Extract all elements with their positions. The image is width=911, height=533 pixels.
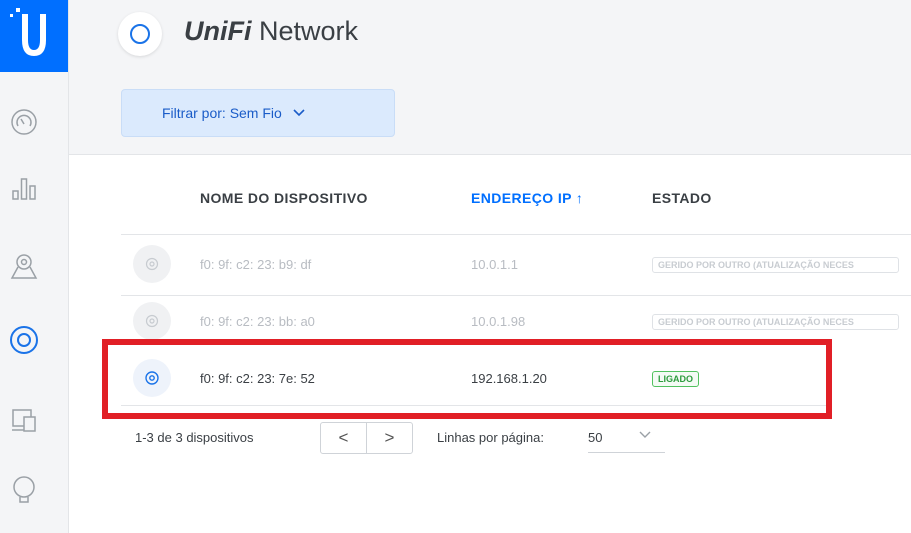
devices-icon[interactable]: [6, 322, 42, 358]
app-badge-icon: [118, 12, 162, 56]
device-icon: [133, 245, 171, 283]
device-icon: [133, 302, 171, 340]
filter-label: Filtrar por:: [162, 105, 226, 121]
sidebar: [0, 0, 69, 533]
pagination-summary: 1-3 de 3 dispositivos: [135, 430, 254, 445]
status-badge: GERIDO POR OUTRO (ATUALIZAÇÃO NECES: [652, 257, 899, 273]
header-ip-address[interactable]: ENDEREÇO IP ↑: [471, 190, 583, 206]
device-ip: 10.0.1.98: [471, 314, 526, 329]
rows-per-page-select[interactable]: 50: [588, 424, 665, 453]
statistics-icon[interactable]: [6, 170, 42, 206]
device-ip: 10.0.1.1: [471, 257, 518, 272]
device-name: f0: 9f: c2: 23: b9: df: [200, 257, 312, 272]
app-title-brand: UniFi: [184, 16, 252, 46]
app-title-rest: Network: [259, 16, 359, 46]
chevron-down-icon: [638, 428, 652, 443]
header-status[interactable]: ESTADO: [652, 190, 712, 206]
filter-dropdown[interactable]: Filtrar por: Sem Fio: [121, 89, 395, 137]
app-title: UniFi Network: [184, 16, 358, 47]
device-name: f0: 9f: c2: 23: bb: a0: [200, 314, 315, 329]
filter-value: Sem Fio: [229, 105, 282, 121]
status-badge: GERIDO POR OUTRO (ATUALIZAÇÃO NECES: [652, 314, 899, 330]
next-page-button[interactable]: >: [367, 423, 412, 453]
unifi-logo-icon[interactable]: [0, 0, 68, 72]
header-ip-label: ENDEREÇO IP: [471, 190, 572, 206]
row-divider: [121, 295, 911, 296]
insights-icon[interactable]: [6, 472, 42, 508]
row-divider: [121, 234, 911, 235]
prev-page-button[interactable]: <: [321, 423, 367, 453]
rows-per-page-value: 50: [588, 430, 603, 445]
clients-icon[interactable]: [6, 402, 42, 438]
chevron-down-icon: [292, 105, 306, 121]
map-icon[interactable]: [6, 248, 42, 284]
dashboard-icon[interactable]: [6, 104, 42, 140]
rows-per-page-label: Linhas por página:: [437, 430, 544, 445]
pager: < >: [320, 422, 413, 454]
header-device-name[interactable]: NOME DO DISPOSITIVO: [200, 190, 368, 206]
highlight-annotation: [102, 339, 832, 419]
sort-asc-icon: ↑: [575, 190, 584, 206]
